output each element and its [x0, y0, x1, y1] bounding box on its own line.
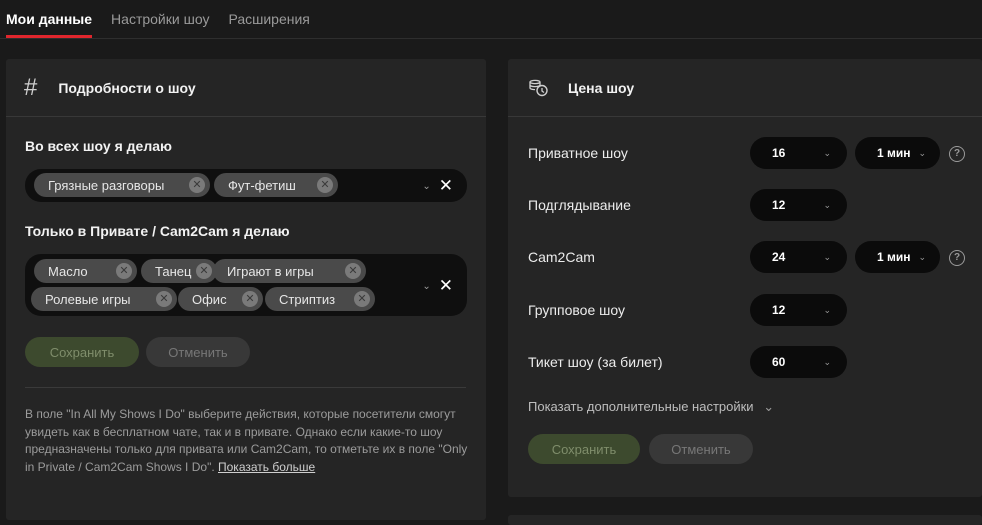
show-price-panel: Цена шоу Приватное шоу 16 ⌄ 1 мин ⌄ ? По…	[508, 59, 982, 497]
price-value: 16	[772, 146, 786, 160]
price-select[interactable]: 24 ⌄	[750, 241, 847, 273]
tag-label: Танец	[155, 263, 192, 279]
close-circle-icon[interactable]: ✕	[189, 177, 205, 193]
tag-label: Масло	[48, 263, 88, 279]
price-save-button[interactable]: Сохранить	[528, 434, 640, 464]
duration-value: 1 мин	[877, 146, 911, 160]
show-details-header: # Подробности о шоу	[6, 59, 486, 117]
tag-input-controls: ⌄ ✕	[422, 276, 453, 296]
divider	[25, 387, 466, 388]
more-settings-link[interactable]: Показать дополнительные настройки ⌄	[528, 399, 774, 415]
duration-select[interactable]: 1 мин ⌄	[855, 137, 940, 169]
close-circle-icon[interactable]: ✕	[242, 291, 258, 307]
tag-label: Играют в игры	[227, 263, 314, 279]
tag-chip: Масло ✕	[34, 259, 137, 283]
price-value: 12	[772, 198, 786, 212]
chevron-down-icon: ⌄	[823, 356, 831, 367]
chevron-down-icon: ⌄	[918, 251, 926, 262]
tag-chip: Офис ✕	[178, 287, 263, 311]
show-details-title: Подробности о шоу	[58, 79, 196, 96]
price-row-label: Подглядывание	[528, 197, 631, 213]
tag-chip: Грязные разговоры ✕	[34, 173, 210, 197]
tag-chip: Ролевые игры ✕	[31, 287, 177, 311]
price-value: 24	[772, 250, 786, 264]
tag-chip: Танец ✕	[141, 259, 217, 283]
chevron-down-icon: ⌄	[918, 147, 926, 158]
price-row-label: Тикет шоу (за билет)	[528, 354, 663, 370]
duration-select[interactable]: 1 мин ⌄	[855, 241, 940, 273]
price-row-label: Приватное шоу	[528, 145, 628, 161]
question-circle-icon[interactable]: ?	[949, 146, 965, 162]
details-save-button[interactable]: Сохранить	[25, 337, 139, 367]
chevron-down-icon: ⌄	[823, 251, 831, 262]
close-circle-icon[interactable]: ✕	[317, 177, 333, 193]
close-circle-icon[interactable]: ✕	[156, 291, 172, 307]
price-row-label: Cam2Cam	[528, 249, 595, 265]
tag-chip: Фут-фетиш ✕	[214, 173, 338, 197]
close-circle-icon[interactable]: ✕	[345, 263, 361, 279]
price-value: 12	[772, 303, 786, 317]
show-price-header: Цена шоу	[508, 59, 982, 117]
tab-show-settings[interactable]: Настройки шоу	[111, 0, 209, 38]
all-shows-tag-input[interactable]: Грязные разговоры ✕ Фут-фетиш ✕ ⌄ ✕	[25, 169, 467, 202]
tab-my-data[interactable]: Мои данные	[6, 0, 93, 38]
duration-value: 1 мин	[877, 250, 911, 264]
tag-input-controls: ⌄ ✕	[422, 176, 453, 196]
show-price-title: Цена шоу	[568, 79, 635, 96]
tab-extensions[interactable]: Расширения	[228, 0, 309, 38]
private-shows-label: Только в Привате / Cam2Cam я делаю	[25, 223, 290, 239]
next-panel-edge	[508, 515, 982, 525]
price-cancel-button[interactable]: Отменить	[649, 434, 753, 464]
chevron-down-icon[interactable]: ⌄	[422, 181, 430, 192]
top-tabs: Мои данные Настройки шоу Расширения	[0, 0, 982, 39]
price-select[interactable]: 12 ⌄	[750, 294, 847, 326]
details-help-text: В поле "In All My Shows I Do" выберите д…	[25, 406, 473, 476]
price-select[interactable]: 60 ⌄	[750, 346, 847, 378]
close-circle-icon[interactable]: ✕	[196, 263, 212, 279]
show-details-panel: # Подробности о шоу Во всех шоу я делаю …	[6, 59, 486, 520]
tag-chip: Играют в игры ✕	[213, 259, 366, 283]
details-cancel-button[interactable]: Отменить	[146, 337, 250, 367]
coins-icon	[528, 79, 550, 97]
price-row-label: Групповое шоу	[528, 302, 625, 318]
price-select[interactable]: 16 ⌄	[750, 137, 847, 169]
chevron-down-icon: ⌄	[823, 147, 831, 158]
price-select[interactable]: 12 ⌄	[750, 189, 847, 221]
chevron-down-icon: ⌄	[823, 199, 831, 210]
tag-label: Грязные разговоры	[48, 177, 165, 193]
chevron-down-icon: ⌄	[763, 399, 775, 414]
tag-label: Фут-фетиш	[228, 177, 296, 193]
close-icon[interactable]: ✕	[439, 176, 453, 196]
tag-label: Офис	[192, 291, 227, 307]
close-circle-icon[interactable]: ✕	[116, 263, 132, 279]
private-shows-tag-input[interactable]: Масло ✕ Танец ✕ Играют в игры ✕ Ролевые …	[25, 254, 467, 316]
show-more-link[interactable]: Показать больше	[218, 460, 315, 474]
question-circle-icon[interactable]: ?	[949, 250, 965, 266]
close-circle-icon[interactable]: ✕	[354, 291, 370, 307]
hash-icon: #	[24, 73, 38, 101]
chevron-down-icon[interactable]: ⌄	[422, 281, 430, 292]
tag-label: Ролевые игры	[45, 291, 131, 307]
chevron-down-icon: ⌄	[823, 304, 831, 315]
price-value: 60	[772, 355, 786, 369]
more-settings-label: Показать дополнительные настройки	[528, 399, 754, 414]
tag-label: Стриптиз	[279, 291, 336, 307]
tag-chip: Стриптиз ✕	[265, 287, 375, 311]
close-icon[interactable]: ✕	[439, 276, 453, 296]
all-shows-label: Во всех шоу я делаю	[25, 138, 172, 154]
